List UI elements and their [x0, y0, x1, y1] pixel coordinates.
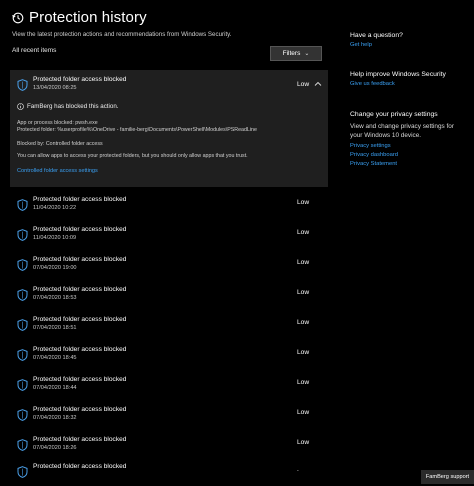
privacy-heading: Change your privacy settings [350, 111, 438, 118]
item-date: 07/04/2020 18:44 [33, 385, 77, 391]
item-title: Protected folder access blocked [33, 286, 127, 293]
page-title: Protection history [29, 9, 147, 26]
item-severity: Low [297, 439, 310, 446]
history-list-item[interactable]: Protected folder access blocked 11/04/20… [10, 193, 328, 221]
shield-icon [17, 379, 28, 391]
allow-apps-text: You can allow apps to access your protec… [17, 153, 248, 159]
privacy-settings-link[interactable]: Privacy settings [350, 143, 468, 149]
item-severity: Low [297, 259, 310, 266]
item-title: Protected folder access blocked [33, 76, 127, 83]
expanded-item-header[interactable]: Protected folder access blocked 13/04/20… [10, 70, 328, 96]
item-title: Protected folder access blocked [33, 376, 127, 383]
improve-heading: Help improve Windows Security [350, 71, 446, 78]
shield-icon [17, 439, 28, 451]
shield-icon [17, 319, 28, 331]
filters-button[interactable]: Filters ⌄ [270, 46, 322, 61]
item-date: 11/04/2020 10:09 [33, 235, 77, 241]
history-list-item[interactable]: Protected folder access blocked 07/04/20… [10, 313, 328, 341]
history-list-item[interactable]: Protected folder access blocked 07/04/20… [10, 343, 328, 371]
item-severity: Low [297, 229, 310, 236]
page-subtitle: View the latest protection actions and r… [12, 31, 232, 38]
protected-folder-text: Protected folder: %userprofile%\OneDrive… [17, 127, 257, 133]
item-severity: Low [297, 199, 310, 206]
history-list-item[interactable]: Protected folder access blocked 07/04/20… [10, 433, 328, 461]
item-title: Protected folder access blocked [33, 463, 127, 470]
item-severity: . [297, 466, 299, 473]
shield-icon [17, 259, 28, 271]
item-severity: Low [297, 81, 310, 88]
history-list-item[interactable]: Protected folder access blocked 07/04/20… [10, 253, 328, 281]
shield-icon [17, 466, 28, 478]
item-title: Protected folder access blocked [33, 436, 127, 443]
item-date: 07/04/2020 18:26 [33, 445, 77, 451]
page-header: Protection history [12, 9, 147, 26]
feedback-link[interactable]: Give us feedback [350, 81, 446, 87]
shield-icon [17, 79, 28, 91]
history-list-item[interactable]: Protected folder access blocked 07/04/20… [10, 283, 328, 311]
privacy-description: View and change privacy settings for you… [350, 123, 454, 139]
item-title: Protected folder access blocked [33, 346, 127, 353]
history-list-item[interactable]: Protected folder access blocked 11/04/20… [10, 223, 328, 251]
item-severity: Low [297, 289, 310, 296]
item-severity: Low [297, 319, 310, 326]
chevron-up-icon[interactable] [314, 80, 322, 88]
history-list-item[interactable]: Protected folder access blocked 07/04/20… [10, 403, 328, 431]
item-title: Protected folder access blocked [33, 196, 127, 203]
all-recent-items-label: All recent items [12, 47, 57, 54]
feedback-section: Help improve Windows Security Give us fe… [350, 71, 446, 87]
history-icon [12, 12, 24, 23]
controlled-folder-settings-link[interactable]: Controlled folder access settings [17, 168, 98, 174]
info-text: FamBerg has blocked this action. [27, 103, 119, 110]
item-date: 13/04/2020 08:25 [33, 85, 77, 91]
filters-label: Filters [282, 50, 301, 57]
question-heading: Have a question? [350, 32, 403, 39]
item-title: Protected folder access blocked [33, 226, 127, 233]
get-help-link[interactable]: Get help [350, 42, 403, 48]
chevron-down-icon: ⌄ [304, 51, 310, 57]
item-date: 07/04/2020 19:00 [33, 265, 77, 271]
privacy-statement-link[interactable]: Privacy Statement [350, 161, 468, 167]
shield-icon [17, 289, 28, 301]
item-title: Protected folder access blocked [33, 406, 127, 413]
shield-icon [17, 349, 28, 361]
item-date: 07/04/2020 18:51 [33, 325, 77, 331]
history-list-item[interactable]: Protected folder access blocked 07/04/20… [10, 373, 328, 401]
info-message: FamBerg has blocked this action. [17, 103, 118, 110]
item-date: 07/04/2020 18:45 [33, 355, 77, 361]
support-button[interactable]: FamBerg support [421, 470, 474, 484]
shield-icon [17, 229, 28, 241]
item-title: Protected folder access blocked [33, 316, 127, 323]
item-severity: Low [297, 349, 310, 356]
item-date: 07/04/2020 18:53 [33, 295, 77, 301]
shield-icon [17, 199, 28, 211]
item-severity: Low [297, 379, 310, 386]
privacy-dashboard-link[interactable]: Privacy dashboard [350, 152, 468, 158]
info-icon [17, 103, 24, 110]
blocked-by-text: Blocked by: Controlled folder access [17, 141, 103, 147]
help-section: Have a question? Get help [350, 32, 403, 48]
shield-icon [17, 409, 28, 421]
history-list-item[interactable]: Protected folder access blocked . [10, 460, 328, 484]
app-blocked-text: App or process blocked: pwsh.exe [17, 120, 98, 126]
expanded-history-item: Protected folder access blocked 13/04/20… [10, 70, 328, 187]
item-severity: Low [297, 409, 310, 416]
item-date: 07/04/2020 18:32 [33, 415, 77, 421]
item-date: 11/04/2020 10:22 [33, 205, 77, 211]
item-title: Protected folder access blocked [33, 256, 127, 263]
privacy-section: Change your privacy settings View and ch… [350, 111, 468, 167]
